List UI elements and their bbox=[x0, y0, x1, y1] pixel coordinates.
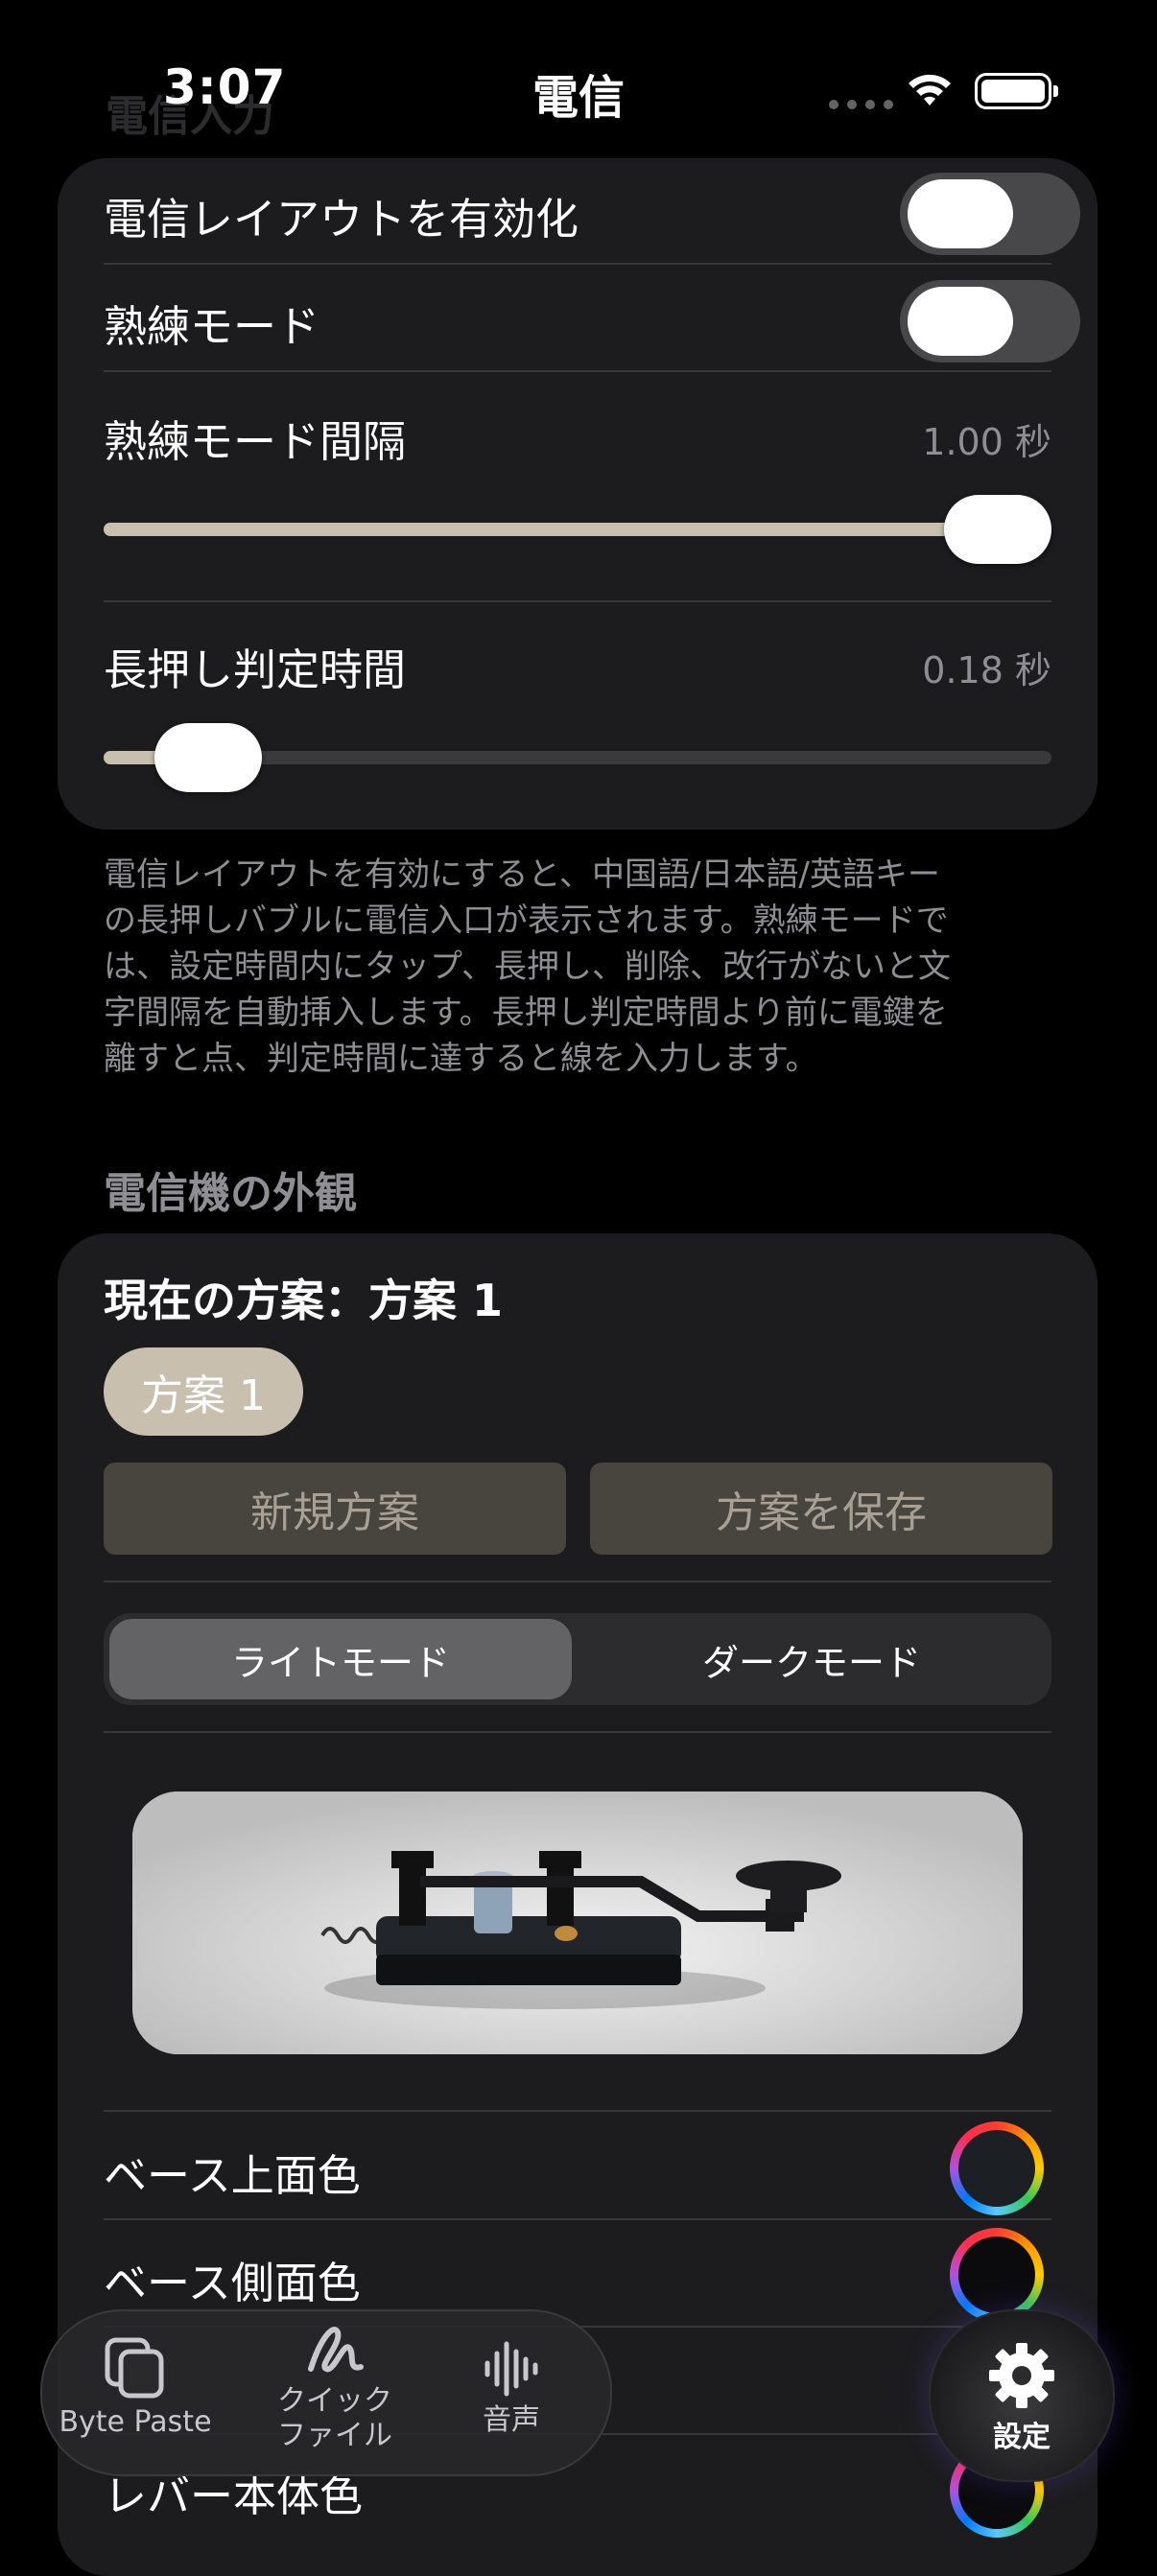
new-scheme-button[interactable]: 新規方案 bbox=[104, 1463, 566, 1555]
tab-quick-file-label: クイック ファイル bbox=[277, 2384, 392, 2452]
copy-icon bbox=[105, 2337, 164, 2399]
scheme-chip[interactable]: 方案 1 bbox=[104, 1347, 303, 1436]
long-press-slider-thumb[interactable] bbox=[153, 723, 262, 792]
expert-interval-slider-thumb[interactable] bbox=[944, 495, 1051, 564]
dark-mode-segment[interactable]: ダークモード bbox=[578, 1619, 1046, 1699]
tab-voice-label: 音声 bbox=[483, 2403, 540, 2437]
mode-segmented-control: ライトモード ダークモード bbox=[104, 1613, 1051, 1705]
enable-layout-label: 電信レイアウトを有効化 bbox=[104, 194, 579, 245]
telegraph-key-preview bbox=[132, 1791, 1023, 2054]
long-press-label: 長押し判定時間 bbox=[104, 644, 407, 695]
appearance-section-title: 電信機の外観 bbox=[104, 1169, 357, 1218]
tab-settings[interactable]: 設定 bbox=[929, 2309, 1115, 2482]
divider bbox=[104, 1581, 1051, 1582]
long-press-value: 0.18 秒 bbox=[922, 649, 1051, 691]
current-scheme-label: 現在の方案：方案 1 bbox=[104, 1275, 504, 1326]
divider bbox=[104, 370, 1051, 372]
tab-byte-paste-label: Byte Paste bbox=[59, 2405, 212, 2439]
cellular-signal-icon bbox=[829, 100, 893, 109]
tab-quick-file[interactable]: クイック ファイル bbox=[253, 2319, 416, 2453]
base-top-color-swatch[interactable] bbox=[950, 2121, 1044, 2215]
divider bbox=[104, 1731, 1051, 1733]
telegraph-key-illustration bbox=[132, 1791, 1023, 2054]
enable-layout-toggle[interactable] bbox=[900, 173, 1080, 255]
divider bbox=[104, 2110, 1051, 2112]
expert-mode-label: 熟練モード bbox=[104, 301, 320, 352]
base-side-color-label: ベース側面色 bbox=[104, 2258, 361, 2308]
squiggle-icon bbox=[308, 2327, 364, 2373]
telegraph-description: 電信レイアウトを有効にすると、中国語/日本語/英語キー の長押しバブルに電信入口… bbox=[104, 855, 951, 1078]
expert-interval-label: 熟練モード間隔 bbox=[104, 416, 407, 467]
tab-bar: Byte Paste クイック ファイル 音声 bbox=[40, 2309, 612, 2476]
tab-byte-paste[interactable]: Byte Paste bbox=[54, 2334, 217, 2440]
save-scheme-button[interactable]: 方案を保存 bbox=[590, 1463, 1052, 1555]
expert-interval-value: 1.00 秒 bbox=[922, 421, 1051, 463]
waveform-icon bbox=[484, 2341, 538, 2397]
battery-icon bbox=[975, 73, 1058, 109]
base-side-color-swatch[interactable] bbox=[950, 2228, 1044, 2322]
expert-mode-toggle[interactable] bbox=[900, 280, 1080, 363]
expert-interval-track[interactable] bbox=[104, 523, 1051, 536]
tab-settings-label: 設定 bbox=[993, 2421, 1051, 2454]
gear-icon bbox=[989, 2343, 1054, 2408]
divider bbox=[104, 263, 1051, 265]
divider bbox=[104, 600, 1051, 602]
base-top-color-label: ベース上面色 bbox=[104, 2150, 361, 2201]
light-mode-segment[interactable]: ライトモード bbox=[109, 1619, 572, 1699]
divider bbox=[104, 2218, 1051, 2220]
tab-voice[interactable]: 音声 bbox=[449, 2338, 574, 2438]
expert-interval-fill bbox=[104, 523, 998, 536]
wifi-icon bbox=[909, 74, 951, 105]
